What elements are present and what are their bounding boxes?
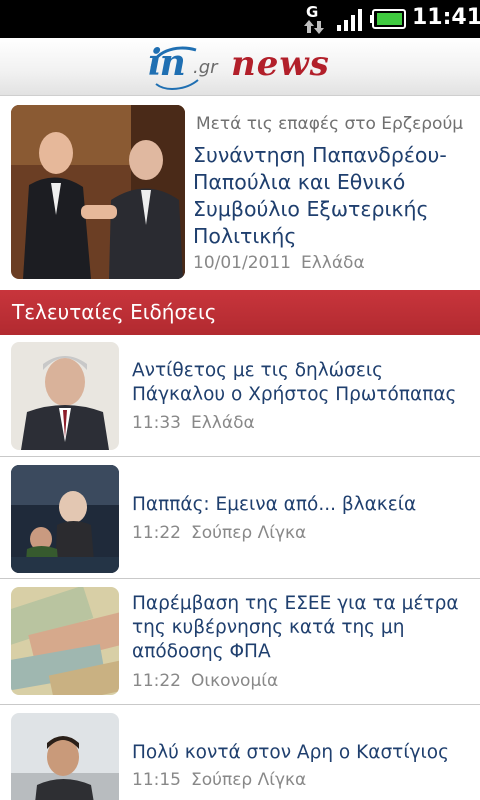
featured-title[interactable]: Συνάντηση Παπανδρέου-Παπούλια και Εθνικό… [193, 142, 473, 250]
data-transfer-icon [304, 20, 324, 34]
featured-category: Ελλάδα [300, 253, 365, 273]
featured-meta: 10/01/2011 Ελλάδα [193, 253, 365, 273]
news-list-item[interactable]: Παππάς: Εμεινα από... βλακεία 11:22 Σούπε… [0, 457, 480, 579]
news-time: 11:15 [132, 770, 181, 790]
news-list-item[interactable]: Αντίθετος με τις δηλώσεις Πάγκαλου ο Χρή… [0, 335, 480, 457]
logo-in-text: in [148, 42, 186, 84]
news-meta: 11:22 Σούπερ Λίγκα [132, 523, 306, 543]
status-bar: G 11:41 [0, 0, 480, 38]
featured-article[interactable]: Μετά τις επαφές στο Ερζερούμ Συνάντηση Π… [0, 96, 480, 290]
news-thumbnail [11, 713, 119, 800]
news-title[interactable]: Αντίθετος με τις δηλώσεις Πάγκαλου ο Χρή… [132, 359, 472, 407]
news-thumbnail [11, 587, 119, 695]
app-logo[interactable]: in .gr news [146, 40, 336, 94]
app-header: in .gr news [0, 38, 480, 96]
network-type-label: G [306, 3, 319, 21]
news-time: 11:22 [132, 671, 181, 691]
news-time: 11:22 [132, 523, 181, 543]
signal-bars-icon [337, 9, 362, 31]
logo-news-text: news [231, 44, 330, 84]
news-category: Σούπερ Λίγκα [191, 523, 307, 543]
news-thumbnail [11, 465, 119, 573]
featured-kicker: Μετά τις επαφές στο Ερζερούμ [196, 114, 464, 134]
news-category: Οικονομία [191, 671, 279, 691]
featured-date: 10/01/2011 [193, 253, 291, 273]
news-meta: 11:33 Ελλάδα [132, 413, 255, 433]
news-category: Σούπερ Λίγκα [191, 770, 307, 790]
clock-time: 11:41 [412, 5, 480, 30]
news-thumbnail [11, 342, 119, 450]
news-title[interactable]: Πολύ κοντά στον Αρη ο Καστίγιος [132, 741, 472, 765]
battery-icon [370, 9, 406, 29]
news-list-item[interactable]: Πολύ κοντά στον Αρη ο Καστίγιος 11:15 Σού… [0, 705, 480, 800]
news-list-item[interactable]: Παρέμβαση της ΕΣΕΕ για τα μέτρα της κυβέ… [0, 579, 480, 705]
featured-image [11, 105, 185, 279]
network-indicator: G [302, 3, 326, 35]
news-meta: 11:15 Σούπερ Λίγκα [132, 770, 306, 790]
news-time: 11:33 [132, 413, 181, 433]
news-category: Ελλάδα [191, 413, 255, 433]
news-list: Αντίθετος με τις δηλώσεις Πάγκαλου ο Χρή… [0, 335, 480, 800]
latest-news-header: Τελευταίες Ειδήσεις [0, 290, 480, 335]
news-title[interactable]: Παππάς: Εμεινα από... βλακεία [132, 493, 472, 517]
news-title[interactable]: Παρέμβαση της ΕΣΕΕ για τα μέτρα της κυβέ… [132, 592, 472, 664]
logo-domain-text: .gr [193, 57, 218, 78]
section-title: Τελευταίες Ειδήσεις [12, 300, 217, 324]
news-meta: 11:22 Οικονομία [132, 671, 278, 691]
